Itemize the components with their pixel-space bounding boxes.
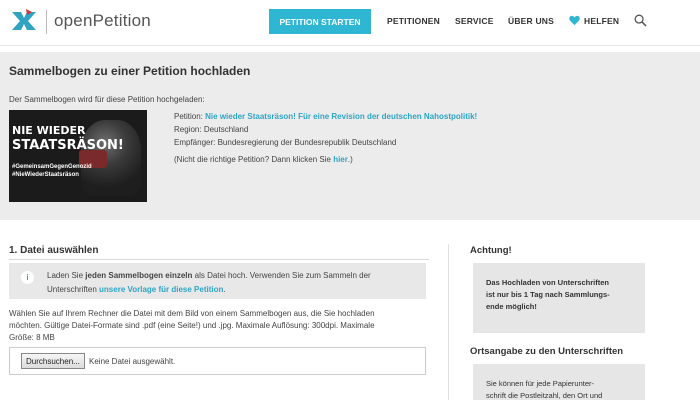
upload-subtitle: Der Sammelbogen wird für diese Petition … (9, 95, 205, 104)
location-text: Sie können für jede Papierunter- schrift… (486, 378, 636, 402)
wrong-petition-text: (Nicht die richtige Petition? Dann klick… (174, 155, 334, 164)
recipient-line: Empfänger: Bundesregierung der Bundesrep… (174, 138, 396, 147)
notice-text-start: Laden Sie (47, 271, 86, 280)
nav-link-helfen[interactable]: HELFEN (584, 16, 619, 26)
attention-line-3: ende möglich! (486, 302, 537, 311)
logo-icon[interactable] (9, 6, 39, 36)
region-line: Region: Deutschland (174, 125, 248, 134)
upload-notice: i Laden Sie jeden Sammelbogen einzeln al… (9, 263, 426, 299)
notice-line2-end: . (223, 285, 226, 294)
notice-bold: jeden Sammelbogen einzeln (85, 271, 193, 280)
notice-text-mid: als Datei hoch. Verwenden Sie zum Sammel… (192, 271, 371, 280)
petition-line: Petition: Nie wieder Staatsräson! Für ei… (174, 112, 477, 121)
recipient-label: Empfänger: (174, 138, 216, 147)
step1-divider (9, 259, 429, 260)
search-icon[interactable] (634, 14, 647, 27)
image-hashtag-1: #GemeinsamGegenGenozid (12, 164, 92, 170)
step1-title: 1. Datei auswählen (9, 245, 99, 256)
nav-link-petitionen[interactable]: PETITIONEN (387, 16, 440, 26)
nav-link-ueber-uns[interactable]: ÜBER UNS (508, 16, 554, 26)
attention-line-2: ist nur bis 1 Tag nach Sammlungs- (486, 290, 610, 299)
file-help-text: Wählen Sie auf Ihrem Rechner die Datei m… (9, 308, 429, 344)
browse-button[interactable]: Durchsuchen... (21, 353, 85, 369)
help-line-3: Größe: 8 MB (9, 333, 55, 342)
location-title: Ortsangabe zu den Unterschriften (470, 346, 624, 357)
location-line-1: Sie können für jede Papierunter- (486, 379, 594, 388)
logo-divider (46, 10, 47, 34)
start-petition-button[interactable]: PETITION STARTEN (269, 9, 371, 34)
heart-icon (569, 15, 580, 26)
location-box: Sie können für jede Papierunter- schrift… (473, 364, 645, 400)
notice-line2: Unterschriften (47, 285, 100, 294)
image-hashtag-2: #NieWiederStaatsräson (12, 172, 79, 178)
region-value: Deutschland (203, 125, 249, 134)
help-line-2: möchten. Gültige Datei-Formate sind .pdf… (9, 321, 375, 330)
attention-box: Das Hochladen von Unterschriften ist nur… (473, 263, 645, 333)
location-line-2: schrift die Postleitzahl, den Ort und (486, 391, 603, 400)
top-navigation: openPetition PETITION STARTEN PETITIONEN… (0, 0, 700, 46)
file-input[interactable]: Durchsuchen... Keine Datei ausgewählt. (9, 347, 426, 375)
help-line-1: Wählen Sie auf Ihrem Rechner die Datei m… (9, 309, 375, 318)
wrong-petition-end: .) (347, 155, 353, 164)
logo-text[interactable]: openPetition (54, 11, 151, 31)
file-status: Keine Datei ausgewählt. (89, 357, 176, 366)
image-headline-1: NIE WIEDER (12, 124, 86, 137)
sidebar-divider (448, 244, 449, 400)
notice-text: Laden Sie jeden Sammelbogen einzeln als … (47, 269, 417, 297)
recipient-value: Bundesregierung der Bundesrepublik Deuts… (217, 138, 397, 147)
image-headline-2: STAATSRÄSON! (12, 138, 124, 153)
wrong-petition-note: (Nicht die richtige Petition? Dann klick… (174, 155, 353, 164)
page-title: Sammelbogen zu einer Petition hochladen (9, 64, 251, 78)
petition-label: Petition: (174, 112, 203, 121)
attention-text: Das Hochladen von Unterschriften ist nur… (486, 277, 636, 313)
template-link[interactable]: unsere Vorlage für diese Petition (99, 285, 223, 294)
info-icon: i (21, 271, 34, 284)
attention-line-1: Das Hochladen von Unterschriften (486, 278, 609, 287)
wrong-petition-link[interactable]: hier (333, 155, 348, 164)
region-label: Region: (174, 125, 202, 134)
petition-link[interactable]: Nie wieder Staatsräson! Für eine Revisio… (205, 112, 477, 121)
nav-link-service[interactable]: SERVICE (455, 16, 494, 26)
attention-title: Achtung! (470, 245, 512, 256)
petition-image[interactable]: NIE WIEDER STAATSRÄSON! #GemeinsamGegenG… (9, 110, 147, 202)
